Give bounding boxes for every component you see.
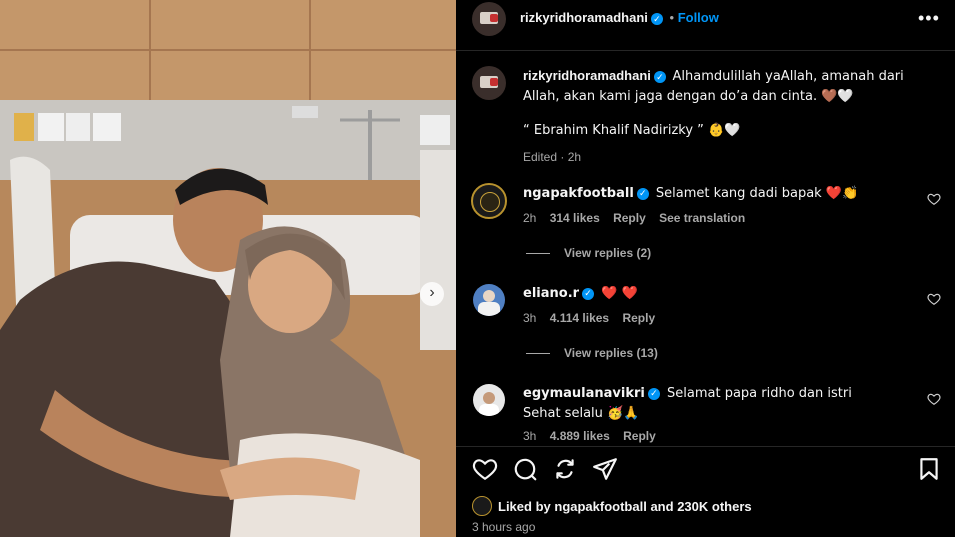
caption-avatar[interactable] (472, 66, 506, 100)
more-horizontal-icon[interactable]: ••• (918, 8, 940, 29)
comment-time: 2h (523, 211, 537, 225)
comment-time: 3h (523, 429, 537, 443)
chevron-right-icon: › (429, 284, 435, 301)
verified-badge-icon: ✓ (636, 187, 649, 200)
comment-3: egymaulanavikri ✓ Selamat papa ridho dan … (523, 384, 852, 424)
comment-2-meta: 3h 4.114 likes Reply (523, 311, 655, 325)
comment-icon[interactable] (512, 456, 538, 482)
repost-icon[interactable] (552, 456, 578, 482)
verified-badge-icon: ✓ (582, 287, 595, 300)
verified-badge-icon: ✓ (650, 12, 663, 25)
reply-button[interactable]: Reply (623, 429, 656, 443)
view-replies-label: View replies (13) (564, 346, 658, 360)
comment-like-heart-icon[interactable] (927, 292, 941, 306)
caption-username[interactable]: rizkyridhoramadhani (523, 68, 651, 83)
liked-by-and: and (650, 499, 674, 514)
comment-likes[interactable]: 314 likes (550, 211, 600, 225)
next-photo-button[interactable]: › (420, 282, 444, 306)
liked-by: Liked by ngapakfootball and 230K others (498, 497, 752, 517)
comment-username[interactable]: eliano.r (523, 286, 579, 301)
comment-avatar[interactable] (473, 384, 505, 416)
comment-1: ngapakfootball ✓ Selamet kang dadi bapak … (523, 184, 858, 204)
reply-button[interactable]: Reply (622, 311, 655, 325)
caption: rizkyridhoramadhani ✓ Alhamdulillah yaAll… (523, 66, 923, 167)
hospital-photo-illustration (0, 0, 456, 537)
caption-text-line1: Alhamdulillah yaAllah, amanah dari (672, 69, 904, 84)
author-avatar[interactable] (472, 2, 506, 36)
see-translation-button[interactable]: See translation (659, 211, 745, 225)
post-timestamp[interactable]: 3 hours ago (472, 520, 535, 534)
share-send-icon[interactable] (592, 456, 618, 482)
view-replies-button[interactable]: View replies (13) (526, 346, 658, 360)
liked-by-prefix: Liked by (498, 499, 551, 514)
caption-text-line3: “ Ebrahim Khalif Nadirizky ” 👶🤍 (523, 123, 741, 138)
liked-by-avatar[interactable] (472, 496, 492, 516)
comment-username[interactable]: ngapakfootball (523, 186, 634, 201)
comment-3-meta: 3h 4.889 likes Reply (523, 429, 656, 443)
comment-1-meta: 2h 314 likes Reply See translation (523, 211, 745, 225)
post-header: rizkyridhoramadhani ✓ • Follow (520, 8, 719, 28)
caption-text-line2: Allah, akan kami jaga dengan do’a dan ci… (523, 89, 854, 104)
comment-text-line2: Sehat selalu 🥳🙏 (523, 406, 640, 421)
comment-avatar[interactable] (473, 284, 505, 316)
comment-like-heart-icon[interactable] (927, 192, 941, 206)
comment-likes[interactable]: 4.889 likes (550, 429, 610, 443)
comment-avatar[interactable] (471, 183, 507, 219)
author-username[interactable]: rizkyridhoramadhani (520, 10, 648, 25)
comment-time: 3h (523, 311, 537, 325)
post-sidebar: rizkyridhoramadhani ✓ • Follow ••• rizkyr… (456, 0, 955, 537)
liked-by-count[interactable]: 230K others (677, 499, 751, 514)
verified-badge-icon: ✓ (653, 70, 666, 83)
follow-button[interactable]: Follow (678, 10, 719, 25)
comment-likes[interactable]: 4.114 likes (550, 311, 609, 325)
post-photo: › (0, 0, 456, 537)
comment-2: eliano.r ✓ ❤️ ❤️ (523, 284, 638, 304)
comment-username[interactable]: egymaulanavikri (523, 386, 645, 401)
caption-edited: Edited · 2h (523, 150, 582, 164)
comment-like-heart-icon[interactable] (927, 392, 941, 406)
comment-text: Selamat papa ridho dan istri (667, 386, 852, 401)
view-replies-label: View replies (2) (564, 246, 652, 260)
liked-by-user[interactable]: ngapakfootball (554, 499, 646, 514)
comment-text: Selamet kang dadi bapak ❤️👏 (655, 186, 859, 201)
header-separator: • (669, 10, 675, 25)
verified-badge-icon: ✓ (647, 387, 660, 400)
view-replies-button[interactable]: View replies (2) (526, 246, 651, 260)
like-heart-icon[interactable] (472, 456, 498, 482)
reply-button[interactable]: Reply (613, 211, 646, 225)
comment-text: ❤️ ❤️ (601, 286, 638, 301)
bookmark-icon[interactable] (916, 456, 942, 482)
